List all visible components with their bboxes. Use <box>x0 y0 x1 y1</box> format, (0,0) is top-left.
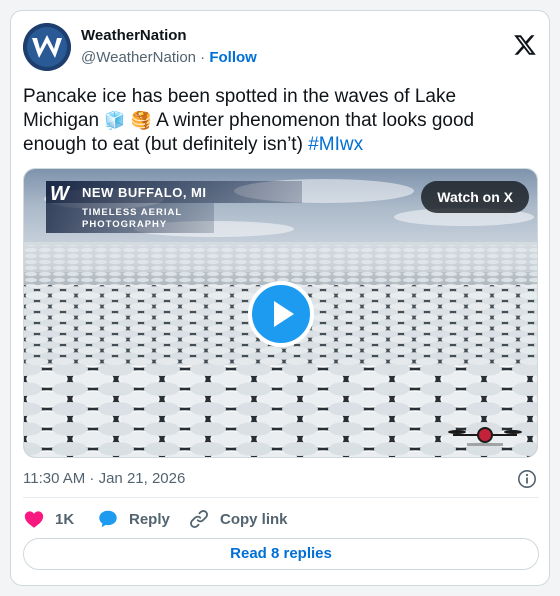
like-button[interactable]: 1K <box>23 507 74 531</box>
tweet-text: Pancake ice has been spotted in the wave… <box>23 85 523 157</box>
heart-icon <box>24 511 44 528</box>
tweet-card: WeatherNation @WeatherNation · Follow Pa… <box>10 10 550 586</box>
author-display-name[interactable]: WeatherNation <box>81 27 187 44</box>
photographer-logo-icon <box>448 427 522 446</box>
play-icon <box>274 301 294 327</box>
play-button[interactable] <box>248 281 314 347</box>
tweet-header: WeatherNation @WeatherNation · Follow <box>23 23 539 73</box>
video-player[interactable]: W NEW BUFFALO, MI TIMELESS AERIAL PHOTOG… <box>23 168 538 458</box>
avatar[interactable] <box>23 23 71 71</box>
weathernation-logo-icon <box>23 23 71 71</box>
action-bar: 1K Reply Copy link <box>23 507 539 531</box>
ice-cube-emoji: 🧊 <box>104 111 126 131</box>
handle-separator: · <box>196 49 210 66</box>
link-icon <box>190 510 208 528</box>
author-handle-line: @WeatherNation · Follow <box>81 49 257 66</box>
info-icon[interactable] <box>517 469 537 489</box>
read-replies-button[interactable]: Read 8 replies <box>23 538 539 570</box>
tweet-timestamp[interactable]: 11:30 AM · Jan 21, 2026 <box>23 470 185 487</box>
divider <box>23 497 539 498</box>
copy-link-label: Copy link <box>220 510 288 528</box>
timestamp-row: 11:30 AM · Jan 21, 2026 <box>23 467 539 491</box>
watch-on-x-button[interactable]: Watch on X <box>421 181 529 213</box>
copy-link-button[interactable]: Copy link <box>188 507 288 531</box>
weathernation-watermark-logo: W <box>50 183 69 205</box>
like-count: 1K <box>55 510 75 528</box>
pancakes-emoji: 🥞 <box>130 111 152 131</box>
follow-button[interactable]: Follow <box>209 49 257 66</box>
video-location-label: NEW BUFFALO, MI <box>82 185 207 200</box>
x-logo-icon[interactable] <box>513 33 537 57</box>
reply-label: Reply <box>129 510 170 528</box>
video-credit-label: TIMELESS AERIAL PHOTOGRAPHY <box>82 207 182 230</box>
reply-button[interactable]: Reply <box>97 507 170 531</box>
hashtag-link[interactable]: #MIwx <box>308 134 363 155</box>
author-handle[interactable]: @WeatherNation <box>81 49 196 66</box>
reply-bubble-icon <box>99 510 117 528</box>
